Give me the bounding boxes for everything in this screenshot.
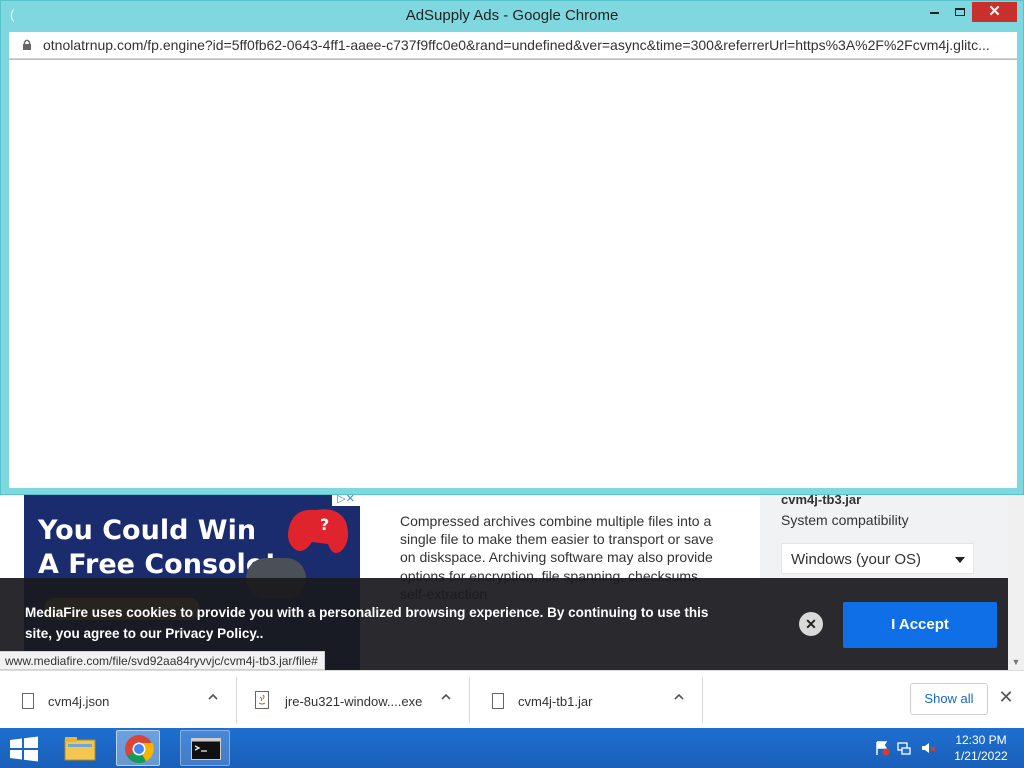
download-filename: cvm4j.json [48, 694, 110, 709]
volume-muted-icon[interactable] [920, 740, 936, 756]
file-icon [22, 693, 34, 709]
file-icon [492, 693, 504, 709]
clock-time: 12:30 PM [955, 733, 1007, 747]
close-window-button[interactable]: ✕ [972, 2, 1017, 22]
chevron-up-icon[interactable] [208, 692, 218, 702]
file-explorer-icon [64, 737, 96, 761]
windows-taskbar: 12:30 PM 1/21/2022 [0, 728, 1024, 768]
popup-content-area [9, 60, 1017, 488]
file-explorer-taskbar-button[interactable] [58, 730, 102, 766]
download-shelf: cvm4j.json jre-8u321-window....exe cvm4j… [0, 670, 1024, 728]
download-item[interactable]: cvm4j.json [0, 677, 237, 723]
network-icon[interactable] [896, 740, 912, 756]
download-item[interactable]: jre-8u321-window....exe [237, 677, 470, 723]
minimize-icon [929, 11, 939, 14]
popup-address-bar[interactable]: otnolatrnup.com/fp.engine?id=5ff0fb62-06… [9, 32, 1017, 59]
system-tray[interactable] [870, 738, 940, 758]
command-prompt-taskbar-button[interactable] [180, 730, 230, 766]
compatibility-label: System compatibility [781, 512, 909, 528]
minimize-button[interactable] [919, 2, 949, 22]
ad-popup-window[interactable]: ( AdSupply Ads - Google Chrome ✕ otnolat… [0, 0, 1024, 495]
windows-start-icon[interactable] [8, 736, 40, 762]
cookie-close-button[interactable]: ✕ [799, 612, 823, 636]
status-bar-url: www.mediafire.com/file/svd92aa84ryvvjc/c… [0, 651, 325, 670]
chrome-taskbar-button[interactable] [116, 730, 160, 766]
caret-down-icon [955, 557, 965, 563]
action-center-flag-icon[interactable] [874, 740, 890, 756]
download-filename: cvm4j-tb1.jar [518, 694, 593, 709]
os-select-value: Windows (your OS) [791, 551, 922, 568]
ad-headline: You Could Win A Free Console! [38, 515, 277, 580]
chevron-up-icon[interactable] [441, 692, 451, 702]
popup-title: AdSupply Ads - Google Chrome [405, 7, 619, 24]
os-select[interactable]: Windows (your OS) [781, 543, 974, 574]
chevron-up-icon[interactable] [674, 692, 684, 702]
command-prompt-icon [191, 738, 221, 760]
popup-titlebar[interactable]: ( AdSupply Ads - Google Chrome ✕ [1, 1, 1023, 32]
popup-url-text[interactable]: otnolatrnup.com/fp.engine?id=5ff0fb62-06… [43, 37, 1009, 53]
show-all-downloads-button[interactable]: Show all [910, 683, 988, 715]
download-filename: jre-8u321-window....exe [285, 694, 423, 709]
maximize-icon [954, 8, 965, 16]
clock-date: 1/21/2022 [954, 749, 1008, 763]
download-item[interactable]: cvm4j-tb1.jar [470, 677, 703, 723]
java-file-icon [255, 691, 269, 709]
chrome-icon [125, 735, 154, 764]
game-controller-icon: ? [288, 509, 348, 553]
scroll-down-arrow-icon[interactable]: ▼ [1008, 654, 1024, 670]
taskbar-clock[interactable]: 12:30 PM 1/21/2022 [946, 732, 1016, 764]
accept-cookies-button[interactable]: I Accept [843, 602, 997, 648]
lock-icon [23, 39, 31, 50]
cookie-consent-text: MediaFire uses cookies to provide you wi… [25, 605, 709, 641]
svg-text:?: ? [320, 515, 329, 534]
page-scrollbar[interactable]: ▼ [1008, 492, 1024, 670]
close-download-shelf-button[interactable]: ✕ [996, 685, 1016, 709]
maximize-button[interactable] [946, 2, 973, 22]
